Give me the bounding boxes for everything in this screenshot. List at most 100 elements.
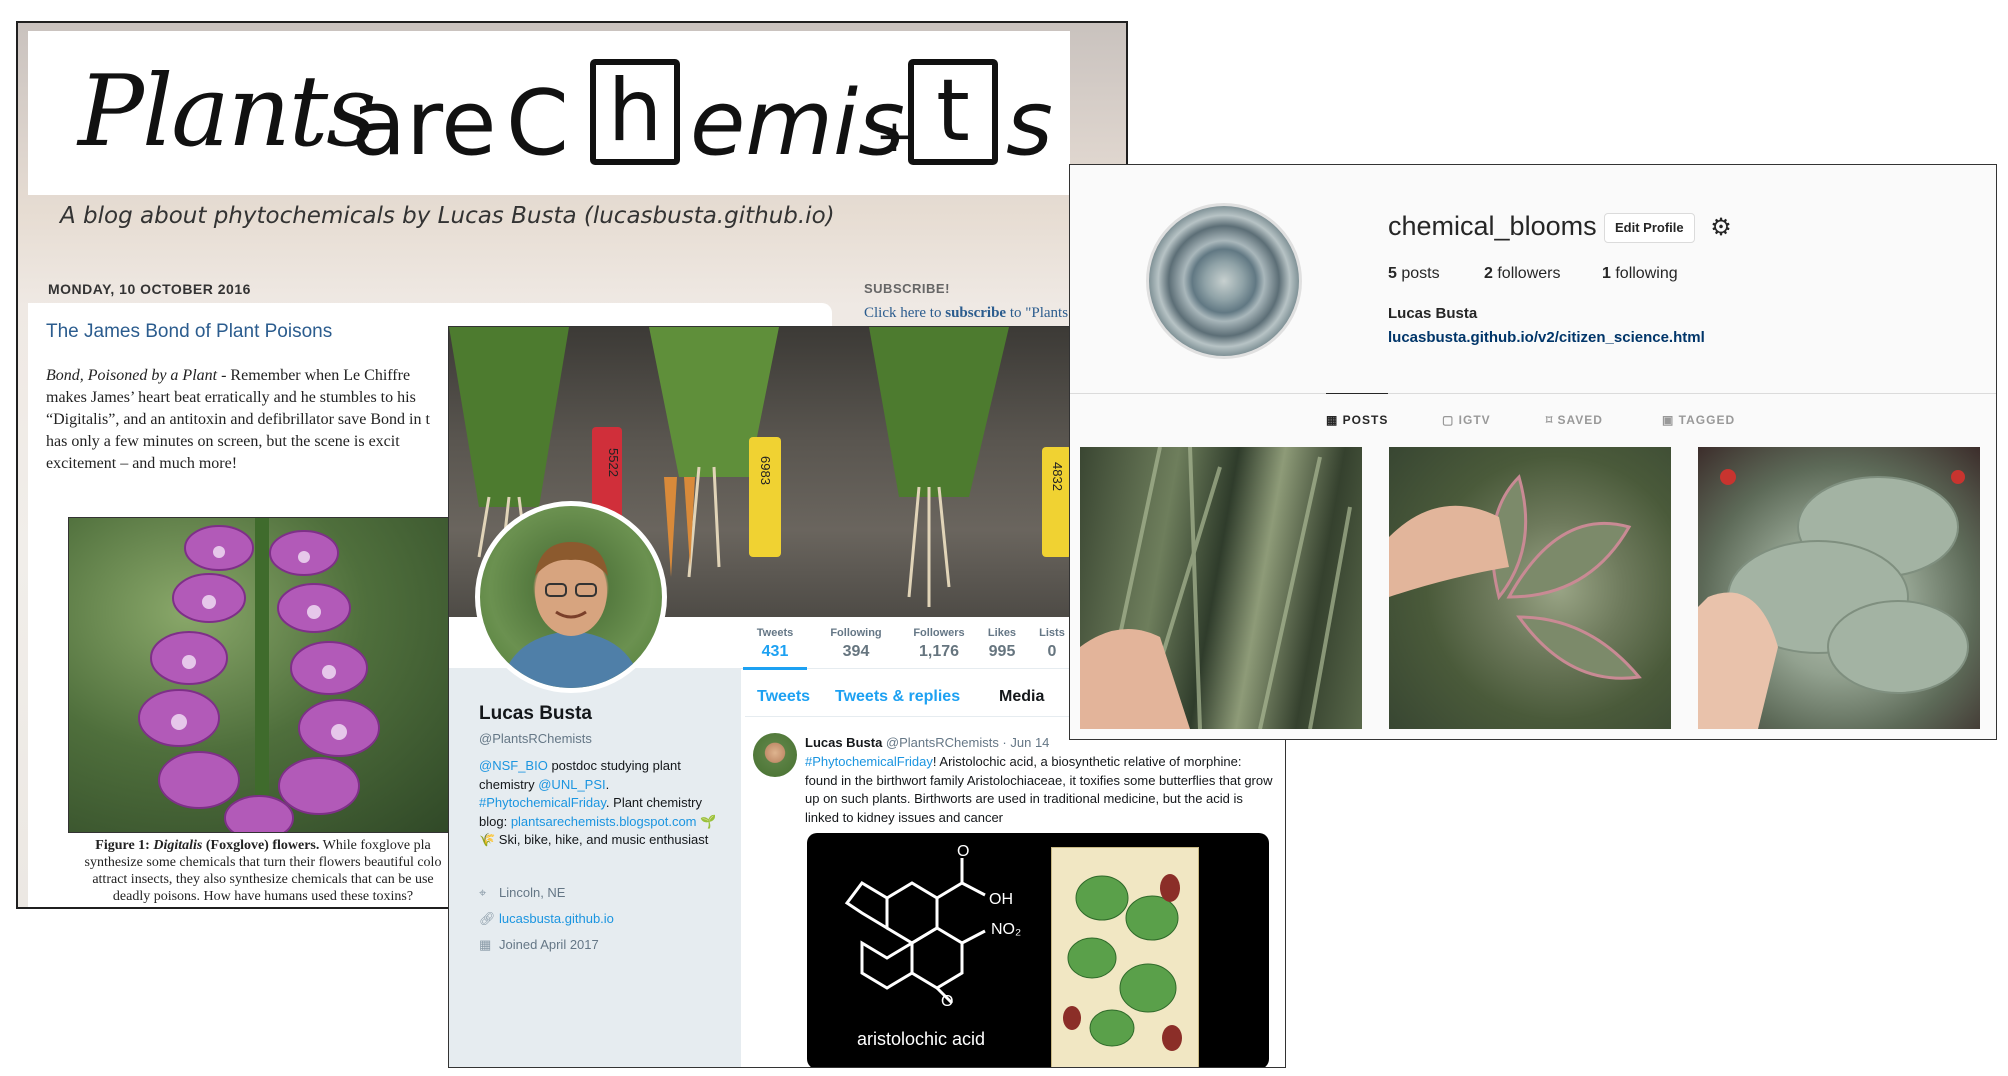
tab-media[interactable]: Media [999,688,1044,706]
tweet-avatar[interactable] [753,733,797,777]
posts-count[interactable]: 5 posts [1388,265,1440,283]
tweet-hashtag[interactable]: #PhytochemicalFriday [805,754,933,769]
instagram-post-2[interactable] [1389,447,1671,729]
tab-posts-label: POSTS [1342,413,1389,427]
tab-saved[interactable]: ⌑ SAVED [1546,413,1603,427]
twitter-bio: @NSF_BIO postdoc studying plant chemistr… [479,757,719,850]
following-count-value: 1 [1602,265,1611,282]
stat-followers-value: 1,176 [918,643,960,660]
tweet-author-name[interactable]: Lucas Busta [805,735,882,750]
stat-following[interactable]: Following 394 [819,627,893,661]
masthead-c: C [506,71,569,176]
profile-divider [1070,393,1996,394]
bio-mention-nsf[interactable]: @NSF_BIO [479,758,548,773]
instagram-full-name: Lucas Busta [1388,305,1478,322]
chem-label-o-bottom: O [941,993,954,1010]
stat-followers[interactable]: Followers 1,176 [899,627,979,661]
figure-caption-bold: (Foxglove) flowers. [202,838,320,853]
stat-tweets-label: Tweets [756,627,794,639]
twitter-display-name[interactable]: Lucas Busta [479,703,592,725]
instagram-bio-link[interactable]: lucasbusta.github.io/v2/citizen_science.… [1388,329,1705,346]
igtv-icon: ▢ [1442,413,1459,427]
instagram-post-1[interactable] [1080,447,1362,729]
figure-caption-italic: Digitalis [153,838,203,853]
blog-tagline: A blog about phytochemicals by Lucas Bus… [60,203,835,229]
foxglove-image [68,517,468,833]
followers-count-value: 2 [1484,265,1493,282]
subscribe-link[interactable]: Click here to subscribe to "Plants [864,305,1068,322]
post-body: Bond, Poisoned by a Plant - Remember whe… [46,365,466,475]
masthead-plants: Plants [78,55,376,169]
stat-likes-label: Likes [987,627,1017,639]
post-line-2: makes James’ heart beat erratically and … [46,389,416,406]
following-count-label: following [1610,265,1678,282]
stat-likes[interactable]: Likes 995 [977,627,1027,661]
twitter-handle[interactable]: @PlantsRChemists [479,731,592,746]
link-icon: 🔗︎ [479,911,496,926]
instagram-post-3[interactable] [1698,447,1980,729]
subscribe-link-post: to "Plants [1006,305,1069,321]
botanical-illustration [1051,847,1199,1067]
followers-count[interactable]: 2 followers [1484,265,1560,283]
tab-tweets[interactable]: Tweets [757,688,810,706]
tab-posts[interactable]: ▦ POSTS [1326,413,1388,427]
post-line-3: “Digitalis”, and an antitoxin and defibr… [46,411,430,428]
stat-likes-value: 995 [988,643,1016,660]
masthead-element-t: t [908,59,998,165]
gear-icon[interactable]: ⚙︎ [1708,215,1734,241]
chem-label-oh: OH [989,891,1013,908]
figure-caption-line-3: attract insects, they also synthesize ch… [92,872,434,887]
bio-blog-link[interactable]: plantsarechemists.blogspot.com [511,814,697,829]
calendar-icon: ▦ [479,937,492,952]
figure-caption-label: Figure 1: [95,838,154,853]
tab-tagged[interactable]: ▣ TAGGED [1662,413,1735,427]
twitter-location: ⌖ Lincoln, NE [479,885,565,901]
tweet-header: Lucas Busta @PlantsRChemists · Jun 14 [805,735,1049,750]
twitter-location-text: Lincoln, NE [499,885,566,900]
tweet[interactable]: Lucas Busta @PlantsRChemists · Jun 14 #P… [745,721,1285,1067]
figure-caption-line-4: deadly poisons. How have humans used the… [112,889,414,904]
following-count[interactable]: 1 following [1602,265,1678,283]
subscribe-link-bold: subscribe [945,305,1007,321]
subscribe-heading: SUBSCRIBE! [864,281,950,296]
tab-igtv-label: IGTV [1458,413,1491,427]
figure-caption: Figure 1: Digitalis (Foxglove) flowers. … [58,837,468,905]
post-title[interactable]: The James Bond of Plant Poisons [46,321,332,343]
tab-igtv[interactable]: ▢ IGTV [1442,413,1491,427]
edit-profile-button[interactable]: Edit Profile [1604,213,1695,243]
post-lead: Bond, Poisoned by a Plant [46,367,218,384]
tab-saved-label: SAVED [1557,413,1603,427]
tab-tweets-replies[interactable]: Tweets & replies [835,688,960,706]
masthead-s: s [1006,71,1053,176]
masthead-emis: emis [690,71,905,176]
bio-text-2: . [605,776,610,792]
tag-icon: ▣ [1662,413,1679,427]
tab-tagged-label: TAGGED [1678,413,1736,427]
instagram-avatar[interactable] [1146,203,1302,359]
blog-masthead[interactable]: Plants are C h emis + t s [28,31,1070,195]
stat-tweets[interactable]: Tweets 431 [743,627,807,661]
active-tab-indicator [1326,393,1388,394]
tweet-media[interactable]: O OH NO₂ O aristolochic acid [807,833,1269,1067]
figure-caption-line-1: While foxglove pla [319,838,431,853]
bookmark-icon: ⌑ [1546,413,1558,427]
chem-label-no2: NO₂ [991,921,1022,938]
chem-name-caption: aristolochic acid [857,1029,986,1049]
figure-caption-line-2: synthesize some chemicals that turn thei… [84,855,442,870]
twitter-avatar[interactable] [475,501,667,693]
stat-following-value: 394 [842,643,870,660]
stat-following-label: Following [830,627,882,639]
post-line-5: excitement – and much more! [46,455,238,472]
tweet-text: #PhytochemicalFriday! Aristolochic acid,… [805,753,1275,827]
post-line-1: - Remember when Le Chiffre [217,367,411,384]
twitter-website-link[interactable]: lucasbusta.github.io [499,911,614,926]
bio-hashtag[interactable]: #PhytochemicalFriday [479,795,606,810]
bio-mention-unl[interactable]: @UNL_PSI [538,777,605,792]
grid-icon: ▦ [1326,413,1343,427]
tweet-handle-date: @PlantsRChemists · Jun 14 [882,735,1050,750]
masthead-are: are [351,71,497,176]
twitter-website[interactable]: 🔗︎ lucasbusta.github.io [479,911,614,927]
stake-label-1: 5522 [605,448,621,477]
twitter-joined: ▦ Joined April 2017 [479,937,599,953]
stake-label-3: 4832 [1049,462,1065,491]
